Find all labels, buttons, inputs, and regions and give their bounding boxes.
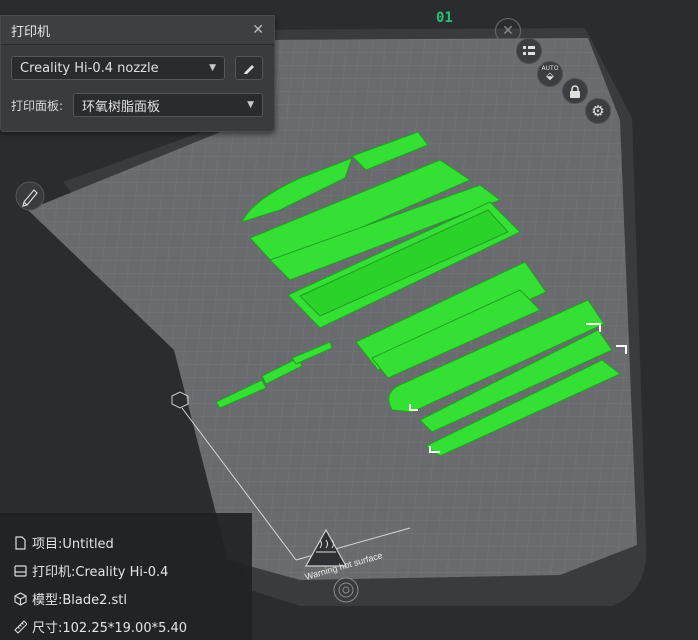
- plate-select[interactable]: 环氧树脂面板 ▼: [73, 93, 263, 117]
- chevron-down-icon: ▼: [209, 63, 216, 73]
- file-icon: [15, 535, 26, 550]
- plate-value: 环氧树脂面板: [82, 99, 161, 115]
- auto-icon: ⬙: [546, 71, 554, 82]
- plate-row: 打印面板: 环氧树脂面板 ▼: [11, 93, 263, 117]
- edit-printer-button[interactable]: [235, 56, 263, 80]
- close-icon[interactable]: ✕: [252, 23, 264, 37]
- plate-number[interactable]: 01: [436, 10, 453, 26]
- ruler-icon: [14, 619, 27, 634]
- nozzle-row: Creality Hi-0.4 nozzle ▼: [11, 56, 263, 80]
- plate-edit-button[interactable]: [15, 181, 45, 211]
- info-project: 项目:Untitled: [14, 533, 114, 552]
- nozzle-select[interactable]: Creality Hi-0.4 nozzle ▼: [11, 56, 225, 80]
- chevron-down-icon: ▼: [247, 100, 254, 110]
- plate-settings-button[interactable]: ⚙: [585, 98, 611, 124]
- cube-icon: [14, 591, 27, 606]
- info-model: 模型:Blade2.stl: [14, 589, 127, 608]
- printer-panel-title: 打印机: [11, 24, 51, 40]
- list-icon: [523, 46, 535, 55]
- model-text: 模型:Blade2.stl: [32, 593, 128, 608]
- project-text: 项目:Untitled: [32, 537, 114, 552]
- auto-orient-button[interactable]: AUTO ⬙: [537, 61, 563, 87]
- lock-icon: [570, 84, 580, 98]
- pencil-icon: [244, 65, 254, 74]
- close-plate-button[interactable]: ✕: [495, 18, 521, 44]
- printer-panel-header: 打印机 ✕: [1, 16, 274, 45]
- printer-icon: [14, 564, 27, 577]
- info-size: 尺寸:102.25*19.00*5.40: [14, 617, 187, 636]
- lock-button[interactable]: [562, 78, 588, 104]
- model-info-panel: 项目:Untitled 打印机:Creality Hi-0.4 模型:Blade…: [0, 513, 252, 640]
- printer-text: 打印机:Creality Hi-0.4: [32, 565, 169, 580]
- info-printer: 打印机:Creality Hi-0.4: [14, 561, 168, 580]
- printer-panel: 打印机 ✕ Creality Hi-0.4 nozzle ▼ 打印面板: 环氧树…: [0, 15, 275, 132]
- size-text: 尺寸:102.25*19.00*5.40: [32, 621, 188, 636]
- plate-label: 打印面板:: [11, 98, 64, 113]
- close-icon: ✕: [502, 23, 514, 39]
- fingerprint-icon: [333, 577, 359, 603]
- nozzle-value: Creality Hi-0.4 nozzle: [20, 60, 159, 76]
- origin-icon: [171, 391, 189, 409]
- arrange-button[interactable]: [516, 38, 542, 64]
- gear-icon: ⚙: [591, 101, 605, 120]
